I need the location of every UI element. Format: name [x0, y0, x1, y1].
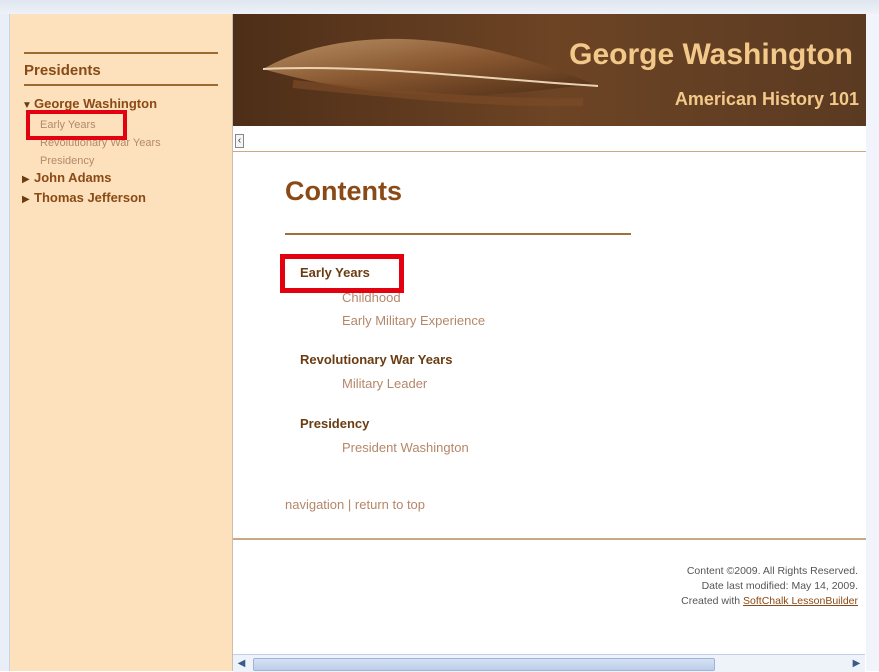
banner-title: George Washington — [569, 38, 853, 71]
sidebar-title-rule — [24, 84, 218, 86]
title-rule — [285, 233, 631, 235]
navigation-link[interactable]: navigation — [285, 497, 344, 512]
footer: Content ©2009. All Rights Reserved. Date… — [681, 564, 858, 609]
nav-separator: | — [347, 497, 352, 512]
tree-item-label[interactable]: John Adams — [34, 170, 112, 185]
toc-section-revolutionary-war-years[interactable]: Revolutionary War Years — [300, 352, 452, 367]
created-with-prefix: Created with — [681, 595, 741, 607]
footer-divider — [233, 538, 873, 540]
frame-right-edge — [866, 14, 879, 671]
bottom-nav: navigation | return to top — [285, 497, 425, 512]
highlight-box-sidebar — [26, 110, 127, 140]
return-to-top-link[interactable]: return to top — [355, 497, 425, 512]
toc-link-president-washington[interactable]: President Washington — [342, 440, 469, 455]
sidebar-top-rule — [24, 52, 218, 54]
tree-item-thomas-jefferson[interactable]: ▶ Thomas Jefferson — [22, 190, 227, 210]
copyright-text: Content ©2009. All Rights Reserved. — [686, 565, 858, 577]
frame-left-edge — [0, 14, 10, 671]
sidebar-title: Presidents — [24, 62, 101, 79]
created-with-line: Created with SoftChalk LessonBuilder — [681, 594, 858, 609]
collapse-sidebar-button[interactable]: ‹ — [235, 134, 244, 148]
tree-item-john-adams[interactable]: ▶ John Adams — [22, 170, 227, 190]
window-top-strip — [0, 0, 879, 14]
page-title: Contents — [285, 176, 402, 206]
toc-link-military-leader[interactable]: Military Leader — [342, 376, 427, 391]
header-divider — [233, 151, 873, 152]
feather-image — [262, 38, 599, 107]
last-modified-text: Date last modified: May 14, 2009. — [701, 580, 858, 592]
tree-item-label[interactable]: George Washington — [34, 96, 157, 111]
triangle-right-icon[interactable]: ▶ — [22, 174, 34, 185]
highlight-box-main — [280, 254, 404, 293]
scroll-right-arrow-icon[interactable]: ▶ — [850, 657, 863, 670]
banner-subtitle: American History 101 — [674, 89, 859, 109]
horizontal-scrollbar[interactable]: ◀ ▶ — [233, 654, 865, 672]
triangle-right-icon[interactable]: ▶ — [22, 194, 34, 205]
sidebar: Presidents ▼ George Washington Early Year… — [10, 14, 234, 671]
scroll-left-arrow-icon[interactable]: ◀ — [235, 657, 248, 670]
tree-item-label[interactable]: Thomas Jefferson — [34, 190, 146, 205]
softchalk-link[interactable]: SoftChalk LessonBuilder — [743, 595, 858, 607]
tree-subitem-presidency[interactable]: Presidency — [22, 152, 227, 170]
main-content: George Washington American History 101 ‹… — [233, 14, 873, 654]
scrollbar-thumb[interactable] — [253, 658, 715, 671]
banner: George Washington American History 101 — [233, 14, 873, 126]
toc-section-presidency[interactable]: Presidency — [300, 416, 369, 431]
toc-link-early-military-experience[interactable]: Early Military Experience — [342, 313, 485, 328]
